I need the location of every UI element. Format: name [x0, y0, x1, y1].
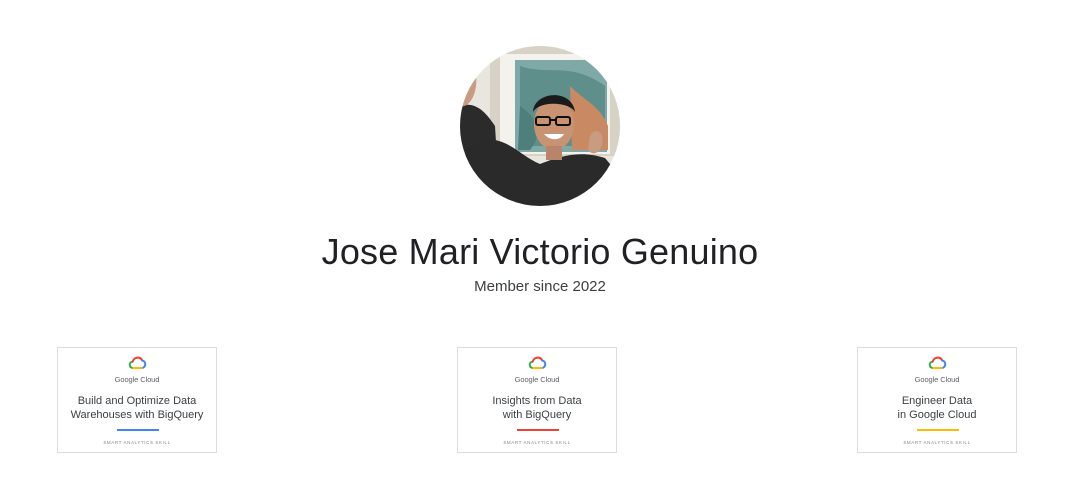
badge-accent-rule — [917, 429, 959, 431]
badge-title: Engineer Data in Google Cloud — [858, 394, 1016, 422]
badge-title-line: Warehouses with BigQuery — [70, 409, 204, 421]
skill-badge-insights-from-data[interactable]: Google Cloud Insights from Data with Big… — [457, 347, 617, 453]
google-cloud-icon — [928, 356, 947, 370]
skill-badge-engineer-data[interactable]: Google Cloud Engineer Data in Google Clo… — [857, 347, 1017, 453]
profile-photo — [460, 46, 620, 206]
badge-title-line: Insights from Data — [492, 395, 582, 407]
profile-name: Jose Mari Victorio Genuino — [321, 231, 759, 272]
badge-category: SMART ANALYTICS SKILL — [903, 440, 971, 445]
badge-title: Insights from Data with BigQuery — [458, 394, 616, 422]
badge-accent-rule — [517, 429, 559, 431]
badge-category: SMART ANALYTICS SKILL — [503, 440, 571, 445]
badge-brand: Google Cloud — [914, 375, 960, 384]
google-cloud-icon — [528, 356, 547, 370]
badge-brand: Google Cloud — [114, 375, 160, 384]
avatar — [460, 46, 620, 206]
google-cloud-icon — [128, 356, 147, 370]
badge-title-line: with BigQuery — [502, 409, 572, 421]
profile-page: Jose Mari Victorio Genuino Member since … — [0, 0, 1080, 493]
badge-title-line: in Google Cloud — [897, 409, 977, 421]
badge-accent-rule — [117, 429, 159, 431]
badge-category: SMART ANALYTICS SKILL — [103, 440, 171, 445]
skill-badge-build-optimize-warehouses[interactable]: Google Cloud Build and Optimize Data War… — [57, 347, 217, 453]
member-since-text: Member since 2022 — [474, 278, 606, 295]
badge-title-line: Build and Optimize Data — [77, 395, 197, 407]
badge-title: Build and Optimize Data Warehouses with … — [58, 394, 216, 422]
badge-brand: Google Cloud — [514, 375, 560, 384]
badge-title-line: Engineer Data — [901, 395, 973, 407]
